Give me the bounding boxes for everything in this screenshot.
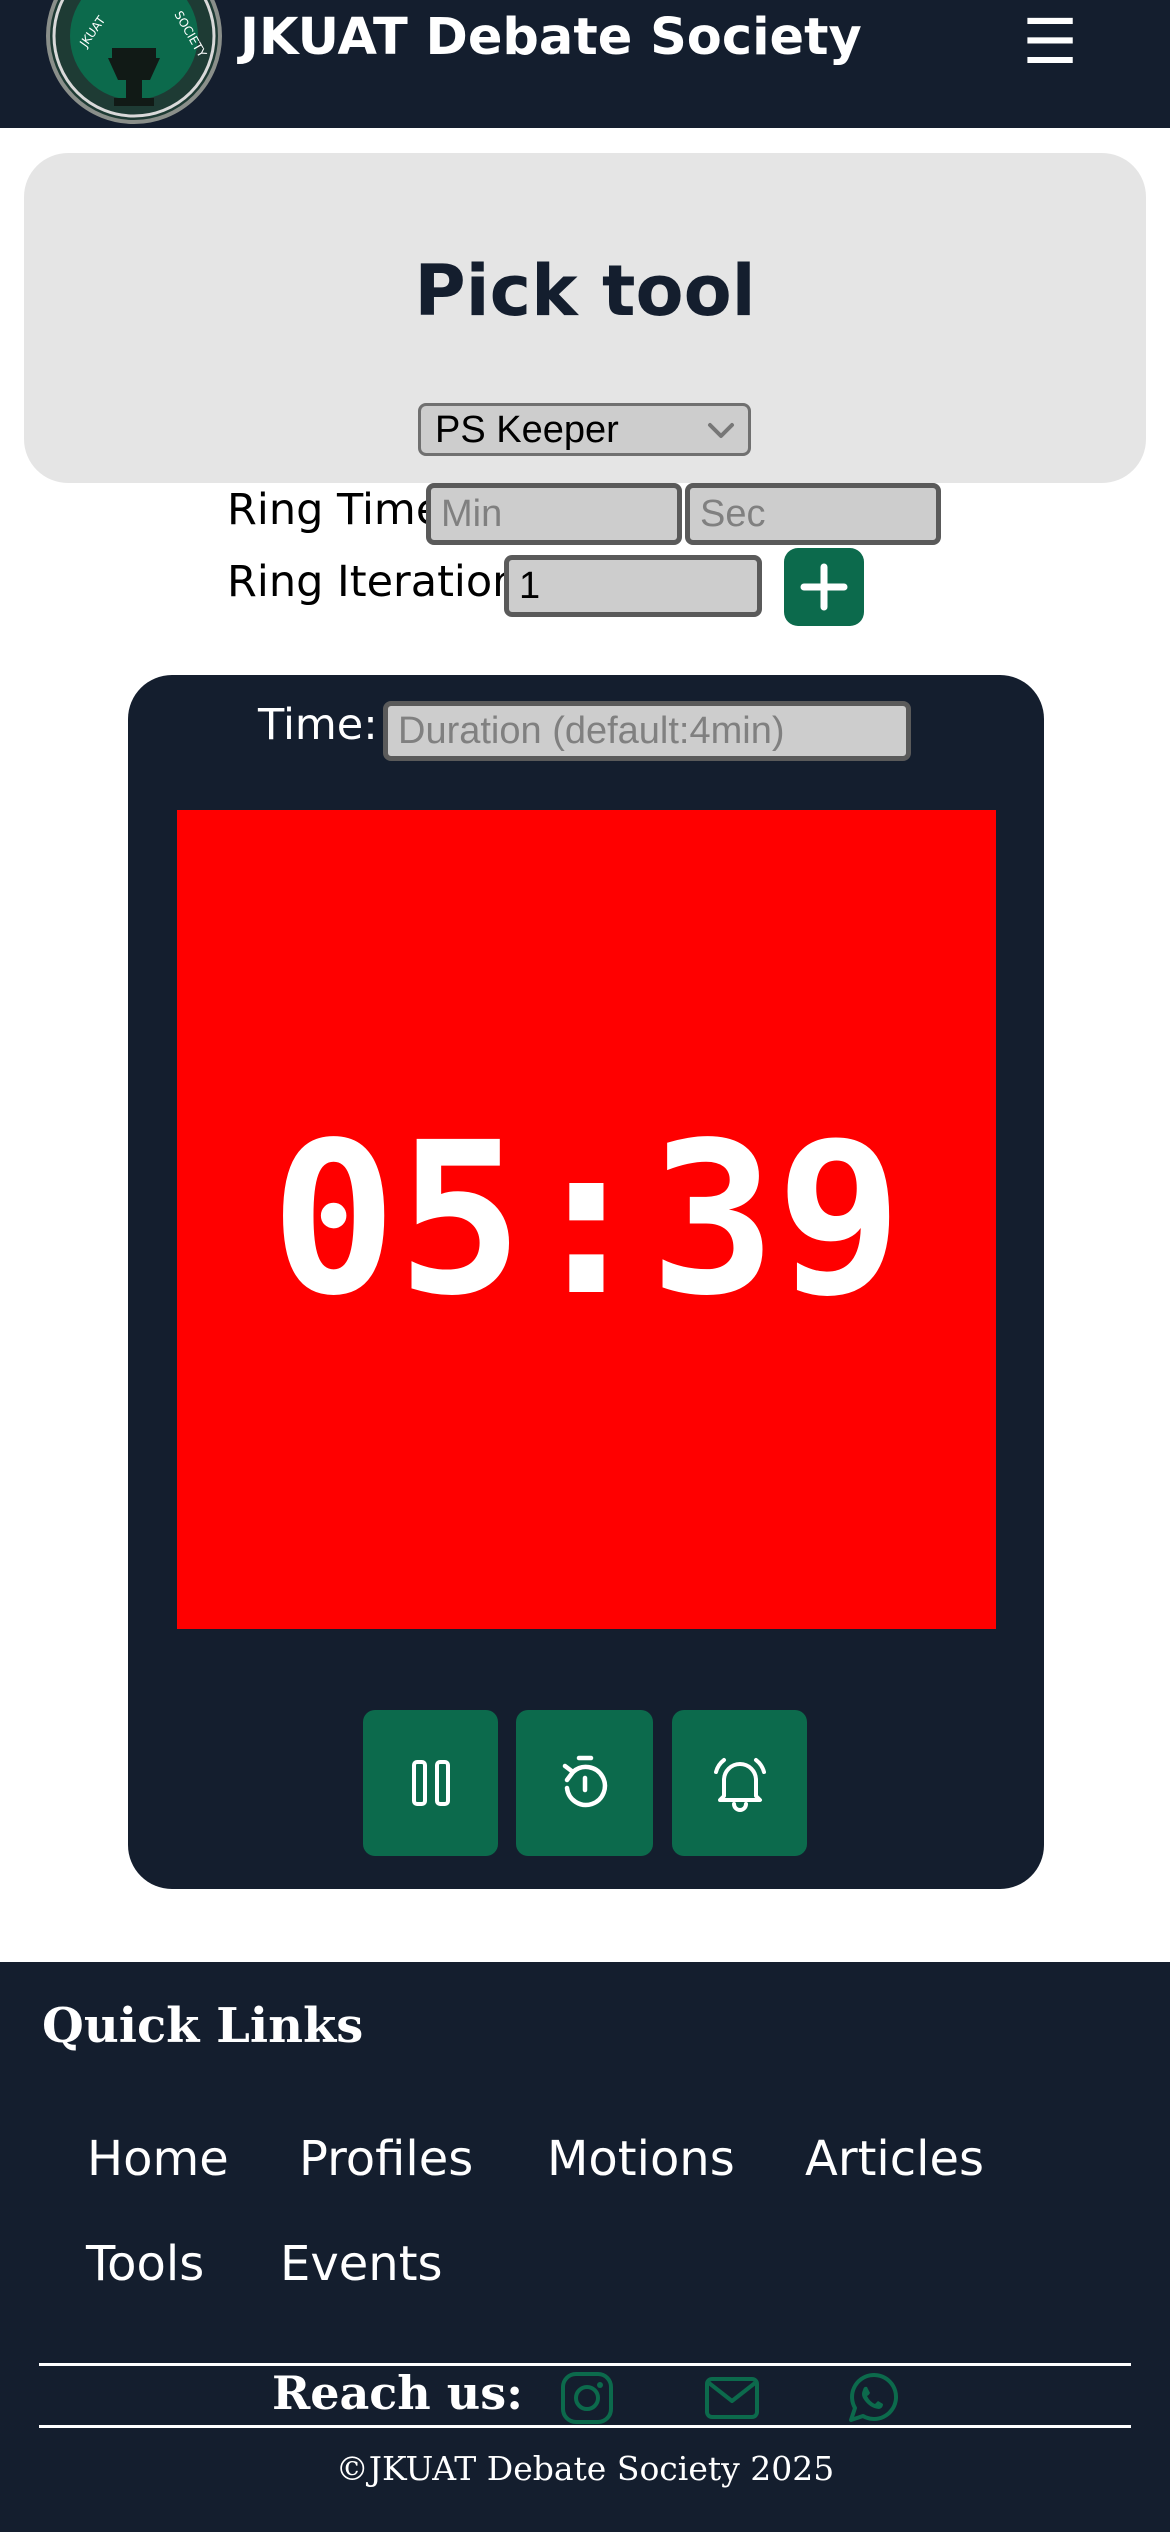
copyright-text: ©JKUAT Debate Society 2025 bbox=[335, 2449, 835, 2488]
tool-select[interactable]: PS Keeper bbox=[418, 403, 751, 456]
mail-icon[interactable] bbox=[702, 2370, 762, 2426]
tool-select-value: PS Keeper bbox=[435, 409, 619, 451]
ring-iteration-label: Ring Iteration bbox=[227, 557, 520, 607]
top-nav-bar: JKUAT SOCIETY JKUAT Debate Society ☰ bbox=[0, 0, 1170, 128]
ring-iteration-input[interactable] bbox=[504, 555, 762, 617]
ring-time-label: Ring Time bbox=[227, 485, 443, 535]
svg-text:JKUAT: JKUAT bbox=[76, 13, 108, 51]
footer-divider-top bbox=[39, 2363, 1131, 2366]
alarm-bell-icon bbox=[713, 1758, 766, 1812]
footer-link-home[interactable]: Home bbox=[87, 2131, 229, 2187]
reset-timer-button[interactable] bbox=[516, 1710, 653, 1856]
site-title[interactable]: JKUAT Debate Society bbox=[240, 8, 862, 67]
whatsapp-icon[interactable] bbox=[843, 2370, 899, 2426]
timer-display: 05:39 bbox=[177, 810, 996, 1629]
duration-input[interactable] bbox=[383, 701, 911, 761]
ring-minutes-input[interactable] bbox=[426, 483, 682, 545]
footer-link-events[interactable]: Events bbox=[280, 2236, 443, 2292]
ring-bell-button[interactable] bbox=[672, 1710, 807, 1856]
pause-icon bbox=[411, 1760, 450, 1806]
quick-links-title: Quick Links bbox=[42, 1998, 364, 2054]
hamburger-icon[interactable]: ☰ bbox=[1020, 0, 1080, 84]
footer-link-tools[interactable]: Tools bbox=[86, 2236, 204, 2292]
page-title: Pick tool bbox=[414, 250, 756, 332]
reset-timer-icon bbox=[562, 1755, 607, 1808]
add-ring-button[interactable] bbox=[784, 548, 864, 626]
reach-us-label: Reach us: bbox=[272, 2366, 524, 2420]
footer-link-profiles[interactable]: Profiles bbox=[299, 2131, 473, 2187]
logo-podium-icon: JKUAT SOCIETY bbox=[52, 0, 216, 118]
society-logo[interactable]: JKUAT SOCIETY bbox=[46, 0, 222, 124]
ring-seconds-input[interactable] bbox=[685, 483, 941, 545]
instagram-icon[interactable] bbox=[559, 2370, 615, 2426]
timer-readout: 05:39 bbox=[270, 1097, 903, 1342]
plus-icon bbox=[800, 563, 848, 611]
pause-button[interactable] bbox=[363, 1710, 498, 1856]
footer-link-articles[interactable]: Articles bbox=[805, 2131, 984, 2187]
footer-link-motions[interactable]: Motions bbox=[547, 2131, 735, 2187]
footer-divider-bottom bbox=[39, 2425, 1131, 2428]
duration-label: Time: bbox=[258, 700, 378, 750]
svg-text:SOCIETY: SOCIETY bbox=[171, 9, 209, 61]
chevron-down-icon bbox=[708, 423, 734, 438]
